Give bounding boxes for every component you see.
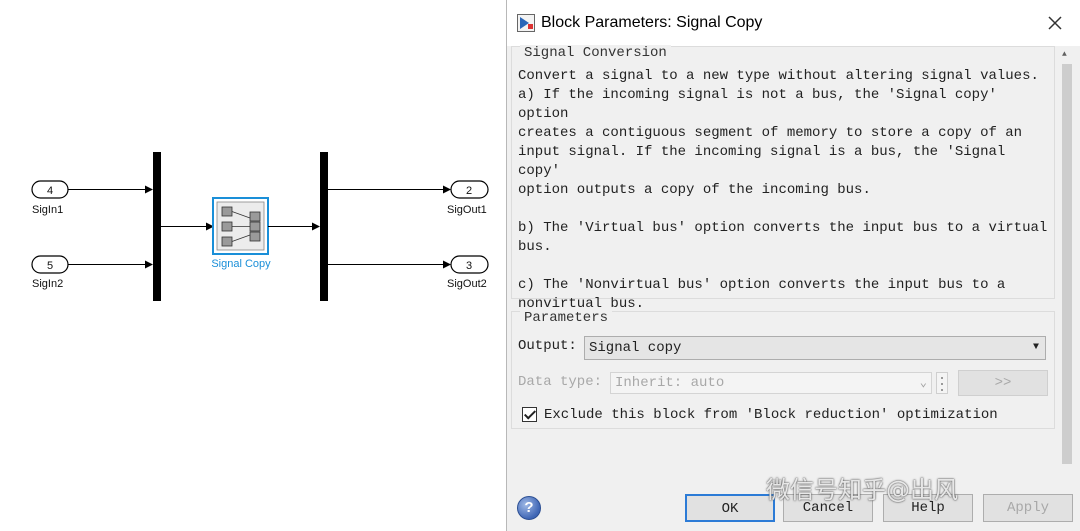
dropdown-arrow-icon: ▼ xyxy=(1032,342,1039,353)
signal-conversion-section: Signal Conversion Convert a signal to a … xyxy=(511,45,1055,312)
bus-selector-block[interactable] xyxy=(320,152,328,301)
signal-copy-block[interactable]: Signal Copy xyxy=(211,197,271,270)
output-dropdown[interactable]: Signal copy ▼ xyxy=(584,336,1046,360)
output-value: Signal copy xyxy=(589,340,682,356)
outport-number: 3 xyxy=(466,260,472,272)
simulink-canvas[interactable]: 4 SigIn1 5 SigIn2 Signal Copy 2 SigOut1 … xyxy=(0,0,506,531)
exclude-block-reduction-label: Exclude this block from 'Block reduction… xyxy=(544,407,998,423)
vertical-scrollbar[interactable]: ▲ xyxy=(1057,46,1077,464)
datatype-label: Data type: xyxy=(518,374,603,390)
simulink-icon xyxy=(517,14,535,32)
parameters-title: Parameters xyxy=(520,310,613,326)
inport-sigin2[interactable]: 5 SigIn2 xyxy=(31,255,69,290)
bus-creator-block[interactable] xyxy=(153,152,161,301)
block-description: Convert a signal to a new type without a… xyxy=(518,68,1048,312)
chevron-down-icon: ⌄ xyxy=(919,376,927,390)
dialog-title: Block Parameters: Signal Copy xyxy=(541,14,763,31)
section-title: Signal Conversion xyxy=(520,45,671,61)
outport-label: SigOut2 xyxy=(447,278,487,290)
inport-label: SigIn2 xyxy=(32,278,63,290)
scrollbar-thumb[interactable] xyxy=(1062,64,1072,464)
ok-button[interactable]: OK xyxy=(685,494,775,522)
outport-label: SigOut1 xyxy=(447,204,487,216)
apply-button[interactable]: Apply xyxy=(983,494,1073,522)
datatype-combobox[interactable]: Inherit: auto ⌄ xyxy=(610,372,932,394)
scroll-up-icon[interactable]: ▲ xyxy=(1062,50,1067,59)
inport-label: SigIn1 xyxy=(32,204,63,216)
outport-number: 2 xyxy=(466,185,472,197)
datatype-value: Inherit: auto xyxy=(615,375,725,391)
inport-sigin1[interactable]: 4 SigIn1 xyxy=(31,180,69,216)
exclude-block-reduction-checkbox[interactable] xyxy=(522,407,537,422)
more-options-icon[interactable] xyxy=(936,372,948,394)
title-bar[interactable]: Block Parameters: Signal Copy xyxy=(507,0,1080,46)
outport-sigout2[interactable]: 3 SigOut2 xyxy=(447,255,489,290)
help-icon[interactable]: ? xyxy=(517,496,541,520)
block-parameters-dialog: Block Parameters: Signal Copy Signal Con… xyxy=(506,0,1080,531)
parameters-section: Parameters Output: Signal copy ▼ Data ty… xyxy=(511,310,1055,429)
block-label: Signal Copy xyxy=(211,258,271,270)
output-label: Output: xyxy=(518,338,577,354)
close-icon[interactable] xyxy=(1046,14,1064,32)
inport-number: 5 xyxy=(47,260,53,272)
watermark-text: 微信号知乎@出风 xyxy=(766,476,958,504)
datatype-assistant-button[interactable]: >> xyxy=(958,370,1048,396)
outport-sigout1[interactable]: 2 SigOut1 xyxy=(447,180,489,216)
inport-number: 4 xyxy=(47,185,53,197)
